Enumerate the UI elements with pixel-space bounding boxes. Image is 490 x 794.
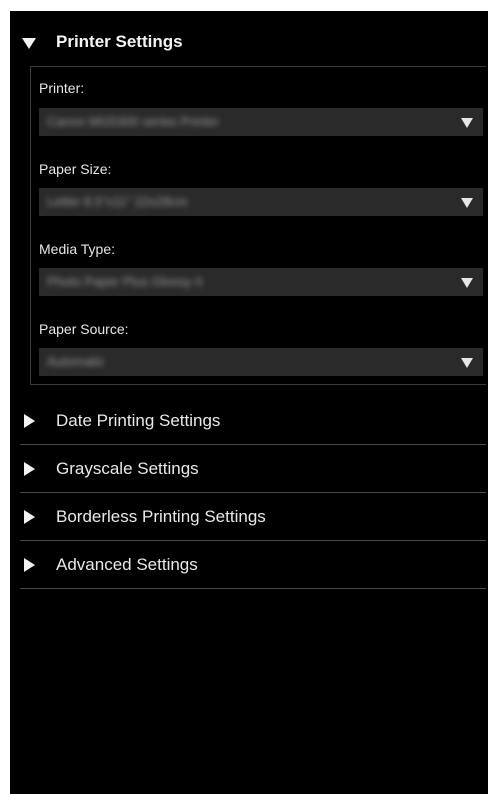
printer-select[interactable]: Canon MG5300 series Printer xyxy=(39,108,483,136)
borderless-printing-settings-header[interactable]: Borderless Printing Settings xyxy=(20,493,486,541)
printer-settings-box: Printer: Canon MG5300 series Printer Pap… xyxy=(30,66,486,385)
paper-source-select[interactable]: Automatic xyxy=(39,348,483,376)
date-printing-settings-label: Date Printing Settings xyxy=(56,411,221,430)
paper-source-label: Paper Source: xyxy=(39,321,129,337)
paper-source-value: Automatic xyxy=(47,354,105,369)
date-printing-settings-header[interactable]: Date Printing Settings xyxy=(20,397,486,445)
printer-settings-header[interactable]: Printer Settings xyxy=(10,11,488,59)
dropdown-arrow-icon xyxy=(461,198,473,208)
collapsed-triangle-icon xyxy=(24,558,35,572)
print-settings-panel: Printer Settings Printer: Canon MG5300 s… xyxy=(10,11,488,794)
paper-size-label: Paper Size: xyxy=(39,161,112,177)
advanced-settings-header[interactable]: Advanced Settings xyxy=(20,541,486,589)
media-type-value: Photo Paper Plus Glossy II xyxy=(47,274,203,289)
grayscale-settings-header[interactable]: Grayscale Settings xyxy=(20,445,486,493)
printer-settings-title: Printer Settings xyxy=(56,32,183,51)
borderless-printing-settings-label: Borderless Printing Settings xyxy=(56,507,266,526)
grayscale-settings-label: Grayscale Settings xyxy=(56,459,199,478)
media-type-select[interactable]: Photo Paper Plus Glossy II xyxy=(39,268,483,296)
paper-size-value: Letter 8.5"x11" 22x28cm xyxy=(47,194,188,209)
expanded-triangle-icon xyxy=(22,38,36,49)
printer-value: Canon MG5300 series Printer xyxy=(47,114,219,129)
paper-size-select[interactable]: Letter 8.5"x11" 22x28cm xyxy=(39,188,483,216)
dropdown-arrow-icon xyxy=(461,358,473,368)
section-divider xyxy=(20,588,486,589)
dropdown-arrow-icon xyxy=(461,278,473,288)
dropdown-arrow-icon xyxy=(461,118,473,128)
collapsed-triangle-icon xyxy=(24,462,35,476)
collapsed-triangle-icon xyxy=(24,414,35,428)
printer-label: Printer: xyxy=(39,80,85,96)
media-type-label: Media Type: xyxy=(39,241,116,257)
collapsed-triangle-icon xyxy=(24,510,35,524)
advanced-settings-label: Advanced Settings xyxy=(56,555,198,574)
